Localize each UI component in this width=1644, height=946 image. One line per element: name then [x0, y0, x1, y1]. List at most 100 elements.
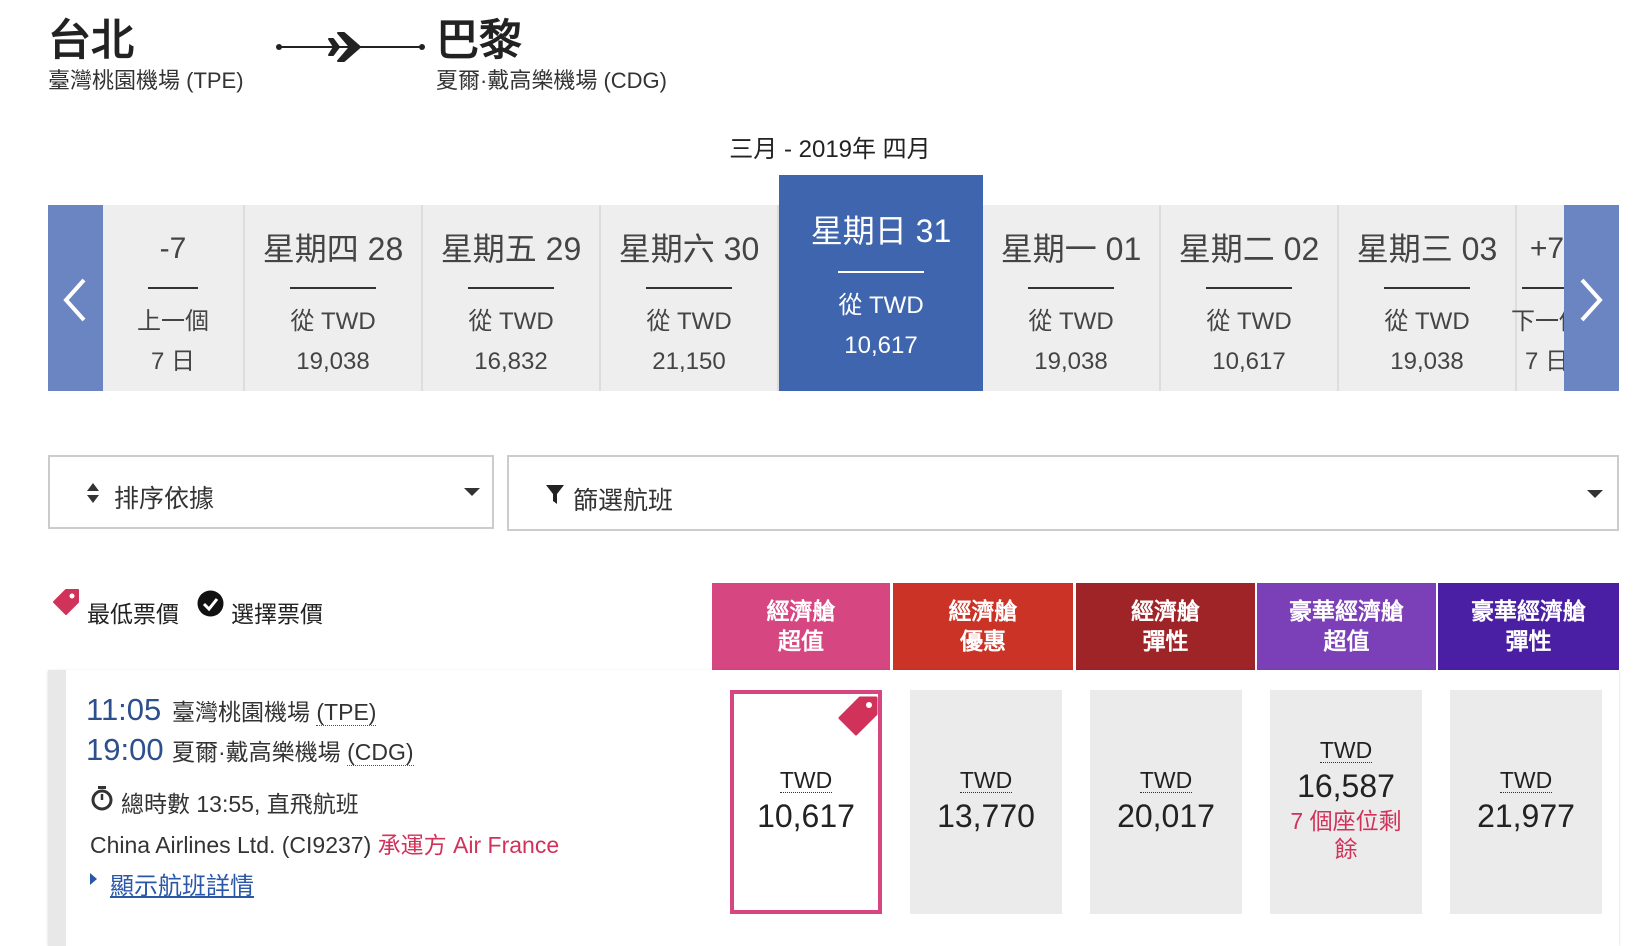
next-week-cell[interactable]: +7 下一個 7 日: [1511, 205, 1583, 391]
divider: [838, 271, 924, 273]
day-cell-sat-30[interactable]: 星期六 30 從 TWD 21,150: [601, 205, 779, 391]
fare-currency: TWD: [959, 767, 1013, 793]
previous-week-cell[interactable]: -7 上一個 7 日: [103, 205, 245, 391]
legend-selected-fare: 選擇票價: [231, 601, 323, 627]
day-price: 10,617: [844, 332, 918, 359]
fare-header-line1: 經濟艙: [1131, 598, 1200, 624]
previous-week-offset: -7: [159, 232, 187, 265]
fare-amount: 20,017: [1117, 798, 1215, 834]
fare-currency: TWD: [779, 767, 833, 793]
fare-header-line2: 優惠: [960, 628, 1006, 654]
fare-header-line1: 豪華經濟艙: [1471, 598, 1586, 624]
day-from: 從 TWD: [468, 308, 554, 335]
fare-header-line2: 超值: [778, 628, 824, 654]
fare-header-line2: 彈性: [1505, 628, 1552, 654]
divider: [1028, 287, 1114, 289]
fare-currency: TWD: [1499, 767, 1553, 793]
fare-header-economy-flex: 經濟艙 彈性: [1076, 583, 1255, 671]
lowest-price-tag-icon: [838, 696, 878, 736]
month-range: 三月 - 2019年 四月: [729, 136, 931, 163]
flight-duration: 總時數 13:55, 直飛航班: [121, 791, 359, 817]
destination-airport: 夏爾·戴高樂機場 (CDG): [436, 68, 667, 93]
show-flight-details-link[interactable]: 顯示航班詳情: [110, 866, 254, 901]
day-label: 星期五 29: [440, 231, 582, 267]
fare-currency: TWD: [1319, 737, 1373, 763]
day-label: 星期日 31: [810, 213, 952, 249]
day-cell-mon-01[interactable]: 星期一 01 從 TWD 19,038: [983, 205, 1161, 391]
day-from: 從 TWD: [1206, 308, 1292, 335]
day-label: 星期四 28: [262, 231, 404, 267]
divider: [290, 287, 376, 289]
fare-box-premium-flex[interactable]: TWD 21,977: [1450, 690, 1602, 914]
chevron-left-icon: [63, 278, 86, 322]
filter-dropdown[interactable]: 篩選航班: [507, 455, 1619, 531]
day-price: 21,150: [652, 348, 726, 375]
filter-label: 篩選航班: [573, 487, 674, 515]
day-cell-tue-02[interactable]: 星期二 02 從 TWD 10,617: [1161, 205, 1339, 391]
day-price: 19,038: [1034, 348, 1108, 375]
arrival-airport: 夏爾·戴高樂機場 (CDG): [172, 739, 414, 766]
day-cell-thu-28[interactable]: 星期四 28 從 TWD 19,038: [245, 205, 423, 391]
fare-header-economy-super: 經濟艙 超值: [712, 583, 890, 671]
day-label: 星期六 30: [618, 231, 760, 267]
day-cell-fri-29[interactable]: 星期五 29 從 TWD 16,832: [423, 205, 601, 391]
arrival-airport-name: 夏爾·戴高樂機場: [172, 739, 341, 765]
departure-time: 11:05: [86, 692, 162, 727]
plane-route-icon: [276, 32, 425, 62]
seats-remaining: 7 個座位剩餘: [1290, 808, 1402, 862]
origin-airport: 臺灣桃園機場 (TPE): [48, 68, 244, 93]
price-tag-icon: [53, 589, 79, 615]
caret-down-icon: [464, 488, 480, 496]
fare-header-premium-flex: 豪華經濟艙 彈性: [1438, 583, 1619, 671]
fare-header-line2: 超值: [1323, 628, 1370, 654]
divider: [646, 287, 732, 289]
filter-icon: [546, 485, 564, 504]
divider: [148, 287, 198, 289]
carrier-name: China Airlines Ltd. (CI9237): [90, 832, 372, 858]
day-cell-sun-31-selected[interactable]: 星期日 31 從 TWD 10,617: [779, 175, 983, 391]
sort-label: 排序依據: [114, 485, 215, 513]
previous-week-label: 上一個: [137, 308, 209, 335]
origin-city: 台北: [48, 17, 134, 65]
sort-icon: [87, 483, 99, 503]
divider: [1206, 287, 1292, 289]
previous-week-button[interactable]: [48, 205, 103, 391]
day-price: 19,038: [296, 348, 370, 375]
day-from: 從 TWD: [646, 308, 732, 335]
next-week-button[interactable]: [1564, 205, 1619, 391]
fare-header-line1: 經濟艙: [948, 598, 1018, 624]
divider: [468, 287, 554, 289]
fare-header-line2: 彈性: [1142, 628, 1189, 654]
fare-box-premium-super[interactable]: TWD 16,587 7 個座位剩餘: [1270, 690, 1422, 914]
fare-header-premium-super: 豪華經濟艙 超值: [1257, 583, 1436, 671]
day-from: 從 TWD: [290, 308, 376, 335]
stopwatch-icon: [91, 786, 113, 811]
fare-currency: TWD: [1139, 767, 1193, 793]
previous-week-days: 7 日: [150, 348, 195, 375]
day-label: 星期二 02: [1178, 231, 1320, 267]
fare-amount: 13,770: [937, 798, 1035, 834]
departure-airport-name: 臺灣桃園機場: [172, 699, 310, 725]
fare-header-line1: 豪華經濟艙: [1289, 598, 1404, 624]
fare-header-economy-saver: 經濟艙 優惠: [893, 583, 1073, 671]
fare-amount: 21,977: [1477, 798, 1575, 834]
divider: [1384, 287, 1470, 289]
departure-airport: 臺灣桃園機場 (TPE): [172, 699, 377, 726]
date-carousel: -7 上一個 7 日 星期四 28 從 TWD 19,038 星期五 29 從 …: [48, 175, 1619, 391]
day-from: 從 TWD: [838, 292, 924, 319]
fare-box-economy-saver[interactable]: TWD 13,770: [910, 690, 1062, 914]
departure-airport-code: (TPE): [316, 699, 377, 726]
day-from: 從 TWD: [1028, 308, 1114, 335]
fare-amount: 10,617: [757, 798, 855, 834]
day-label: 星期一 01: [1000, 231, 1142, 267]
fare-amount: 16,587: [1297, 768, 1395, 804]
destination-city: 巴黎: [436, 17, 522, 65]
chevron-right-icon: [1580, 278, 1603, 322]
legend-lowest-fare: 最低票價: [87, 601, 179, 627]
arrival-airport-code: (CDG): [347, 739, 414, 766]
arrival-time: 19:00: [86, 732, 164, 767]
check-circle-icon: [197, 590, 224, 617]
sort-dropdown[interactable]: 排序依據: [48, 455, 494, 529]
caret-down-icon: [1587, 490, 1603, 498]
fare-box-economy-flex[interactable]: TWD 20,017: [1090, 690, 1242, 914]
